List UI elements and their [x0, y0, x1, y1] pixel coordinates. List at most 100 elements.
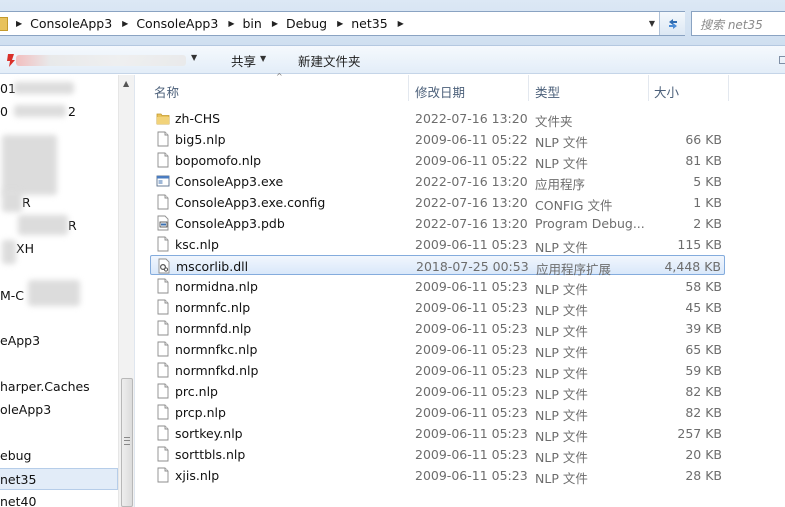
file-date: 2009-06-11 05:23 — [415, 321, 528, 336]
file-name: xjis.nlp — [175, 468, 220, 483]
nav-item[interactable]: oleApp3 — [0, 402, 51, 417]
breadcrumb-arrow-icon[interactable]: ▶ — [272, 19, 278, 28]
file-type: NLP 文件 — [535, 282, 588, 297]
column-header-date[interactable]: 修改日期 — [415, 82, 465, 101]
file-row[interactable]: ConsoleApp3.exe 2022-07-16 13:20 应用程序 5 KB — [150, 171, 725, 192]
file-row[interactable]: normnfkc.nlp 2009-06-11 05:23 NLP 文件 65 KB — [150, 339, 725, 360]
chevron-down-icon[interactable]: ▼ — [191, 53, 197, 62]
breadcrumb-item[interactable]: bin — [242, 16, 261, 31]
file-type: NLP 文件 — [535, 429, 588, 444]
file-size: 82 KB — [685, 405, 722, 420]
file-row[interactable]: ConsoleApp3.exe.config 2022-07-16 13:20 CO… — [150, 192, 725, 213]
nav-item[interactable]: net40 — [0, 494, 36, 507]
address-history-dropdown-icon[interactable]: ▼ — [645, 12, 659, 35]
nav-item[interactable]: 0 — [0, 104, 8, 119]
file-name: normnfkd.nlp — [175, 363, 259, 378]
file-name: ksc.nlp — [175, 237, 219, 252]
breadcrumb-arrow-icon[interactable]: ▶ — [122, 19, 128, 28]
file-row[interactable]: normnfkd.nlp 2009-06-11 05:23 NLP 文件 59 KB — [150, 360, 725, 381]
file-size: 5 KB — [693, 174, 722, 189]
file-row[interactable]: normnfd.nlp 2009-06-11 05:23 NLP 文件 39 KB — [150, 318, 725, 339]
breadcrumb-arrow-icon[interactable]: ▶ — [398, 19, 404, 28]
nav-scrollbar[interactable]: ▲ — [118, 75, 134, 507]
file-date: 2022-07-16 13:20 — [415, 216, 528, 231]
column-header-size[interactable]: 大小 — [654, 82, 679, 101]
file-row-selected[interactable]: mscorlib.dll 2018-07-25 00:53 应用程序扩展 4,448 … — [150, 255, 725, 277]
nav-item[interactable]: XH — [16, 241, 34, 256]
file-name: prc.nlp — [175, 384, 218, 399]
nav-item[interactable]: R — [68, 218, 77, 233]
breadcrumb-item[interactable]: Debug — [286, 16, 327, 31]
breadcrumb-arrow-icon[interactable]: ▶ — [16, 19, 22, 28]
app-icon[interactable] — [6, 52, 16, 68]
nav-item[interactable]: harper.Caches — [0, 379, 90, 394]
chevron-down-icon[interactable]: ▼ — [260, 54, 266, 63]
file-size: 257 KB — [677, 426, 722, 441]
file-name: mscorlib.dll — [176, 259, 249, 274]
grip-icon — [124, 437, 130, 445]
file-row[interactable]: zh-CHS 2022-07-16 13:20 文件夹 — [150, 108, 725, 129]
redacted-toolbar-button[interactable] — [16, 55, 186, 66]
file-name: normnfkc.nlp — [175, 342, 258, 357]
new-folder-button[interactable]: 新建文件夹 — [298, 51, 361, 70]
file-date: 2009-06-11 05:23 — [415, 342, 528, 357]
file-size: 115 KB — [677, 237, 722, 252]
column-divider[interactable] — [648, 75, 649, 101]
column-header-name[interactable]: 名称 — [154, 82, 179, 101]
address-bar-area: ▶ ConsoleApp3 ▶ ConsoleApp3 ▶ bin ▶ Debu… — [0, 0, 785, 46]
nav-item[interactable]: R — [22, 195, 31, 210]
nav-item[interactable]: ebug — [0, 448, 31, 463]
column-header-type[interactable]: 类型 — [535, 82, 560, 101]
breadcrumb-arrow-icon[interactable]: ▶ — [337, 19, 343, 28]
file-size: 81 KB — [685, 153, 722, 168]
nav-item[interactable]: eApp3 — [0, 333, 40, 348]
file-size: 58 KB — [685, 279, 722, 294]
file-list: 名称 ^ 修改日期 类型 大小 zh-CHS 2022-07-16 13:20 文件… — [136, 72, 785, 507]
file-size: 59 KB — [685, 363, 722, 378]
file-name: zh-CHS — [175, 111, 221, 126]
scrollbar-thumb[interactable] — [121, 378, 133, 507]
scroll-up-arrow-icon[interactable]: ▲ — [123, 79, 129, 88]
file-row[interactable]: normidna.nlp 2009-06-11 05:23 NLP 文件 58 KB — [150, 276, 725, 297]
file-date: 2009-06-11 05:23 — [415, 363, 528, 378]
folder-icon — [0, 17, 8, 31]
column-divider[interactable] — [528, 75, 529, 101]
nav-item[interactable]: M-C — [0, 288, 24, 303]
nav-item-label: net35 — [0, 472, 37, 487]
file-type: NLP 文件 — [535, 324, 588, 339]
file-row[interactable]: ConsoleApp3.pdb 2022-07-16 13:20 Program D… — [150, 213, 725, 233]
view-options-icon[interactable] — [779, 56, 785, 64]
address-bar[interactable]: ▶ ConsoleApp3 ▶ ConsoleApp3 ▶ bin ▶ Debu… — [0, 11, 685, 36]
breadcrumb-item[interactable]: net35 — [351, 16, 387, 31]
file-row[interactable]: xjis.nlp 2009-06-11 05:23 NLP 文件 28 KB — [150, 465, 725, 486]
file-row[interactable]: ksc.nlp 2009-06-11 05:23 NLP 文件 115 KB — [150, 234, 725, 255]
column-divider[interactable] — [728, 75, 729, 101]
file-row[interactable]: prcp.nlp 2009-06-11 05:23 NLP 文件 82 KB — [150, 402, 725, 423]
file-row[interactable]: bopomofo.nlp 2009-06-11 05:22 NLP 文件 81 KB — [150, 150, 725, 171]
file-row[interactable]: normnfc.nlp 2009-06-11 05:23 NLP 文件 45 KB — [150, 297, 725, 318]
nav-item[interactable]: 2 — [68, 104, 76, 119]
breadcrumb-item[interactable]: ConsoleApp3 — [30, 16, 112, 31]
file-row[interactable]: big5.nlp 2009-06-11 05:22 NLP 文件 66 KB — [150, 129, 725, 150]
file-date: 2009-06-11 05:23 — [415, 279, 528, 294]
file-row[interactable]: prc.nlp 2009-06-11 05:23 NLP 文件 82 KB — [150, 381, 725, 402]
file-date: 2022-07-16 13:20 — [415, 111, 528, 126]
file-row[interactable]: sorttbls.nlp 2009-06-11 05:23 NLP 文件 20 KB — [150, 444, 725, 465]
share-button[interactable]: 共享 — [231, 51, 256, 70]
redacted-region — [2, 135, 57, 195]
file-type: NLP 文件 — [535, 345, 588, 360]
column-divider[interactable] — [408, 75, 409, 101]
breadcrumb-arrow-icon[interactable]: ▶ — [228, 19, 234, 28]
file-type: 应用程序 — [535, 177, 586, 192]
file-size: 2 KB — [693, 216, 722, 231]
search-input[interactable]: 搜索 net35 — [691, 11, 785, 36]
breadcrumb-item[interactable]: ConsoleApp3 — [136, 16, 218, 31]
file-row[interactable]: sortkey.nlp 2009-06-11 05:23 NLP 文件 257 KB — [150, 423, 725, 444]
redacted-region — [14, 82, 74, 94]
file-date: 2009-06-11 05:23 — [415, 405, 528, 420]
file-type: NLP 文件 — [535, 156, 588, 171]
refresh-button[interactable] — [659, 12, 685, 35]
nav-item-selected[interactable]: net35 — [0, 468, 118, 490]
file-type: NLP 文件 — [535, 303, 588, 318]
column-header-row: 名称 ^ 修改日期 类型 大小 — [136, 72, 785, 101]
